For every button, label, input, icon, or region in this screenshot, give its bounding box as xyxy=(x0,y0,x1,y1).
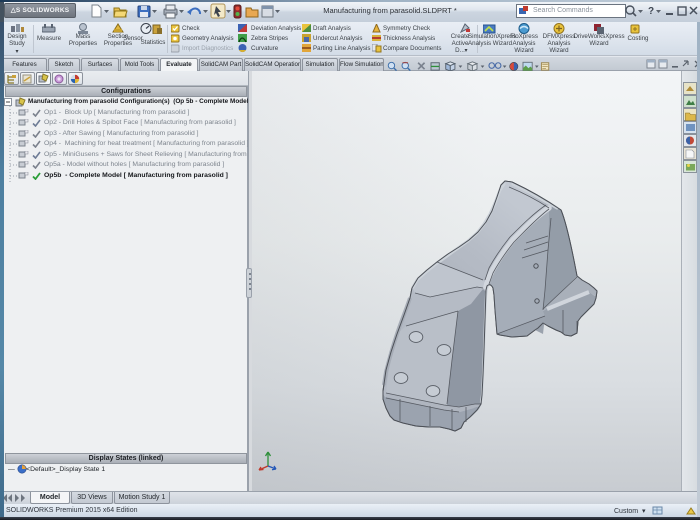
svg-text:?: ? xyxy=(648,6,654,17)
